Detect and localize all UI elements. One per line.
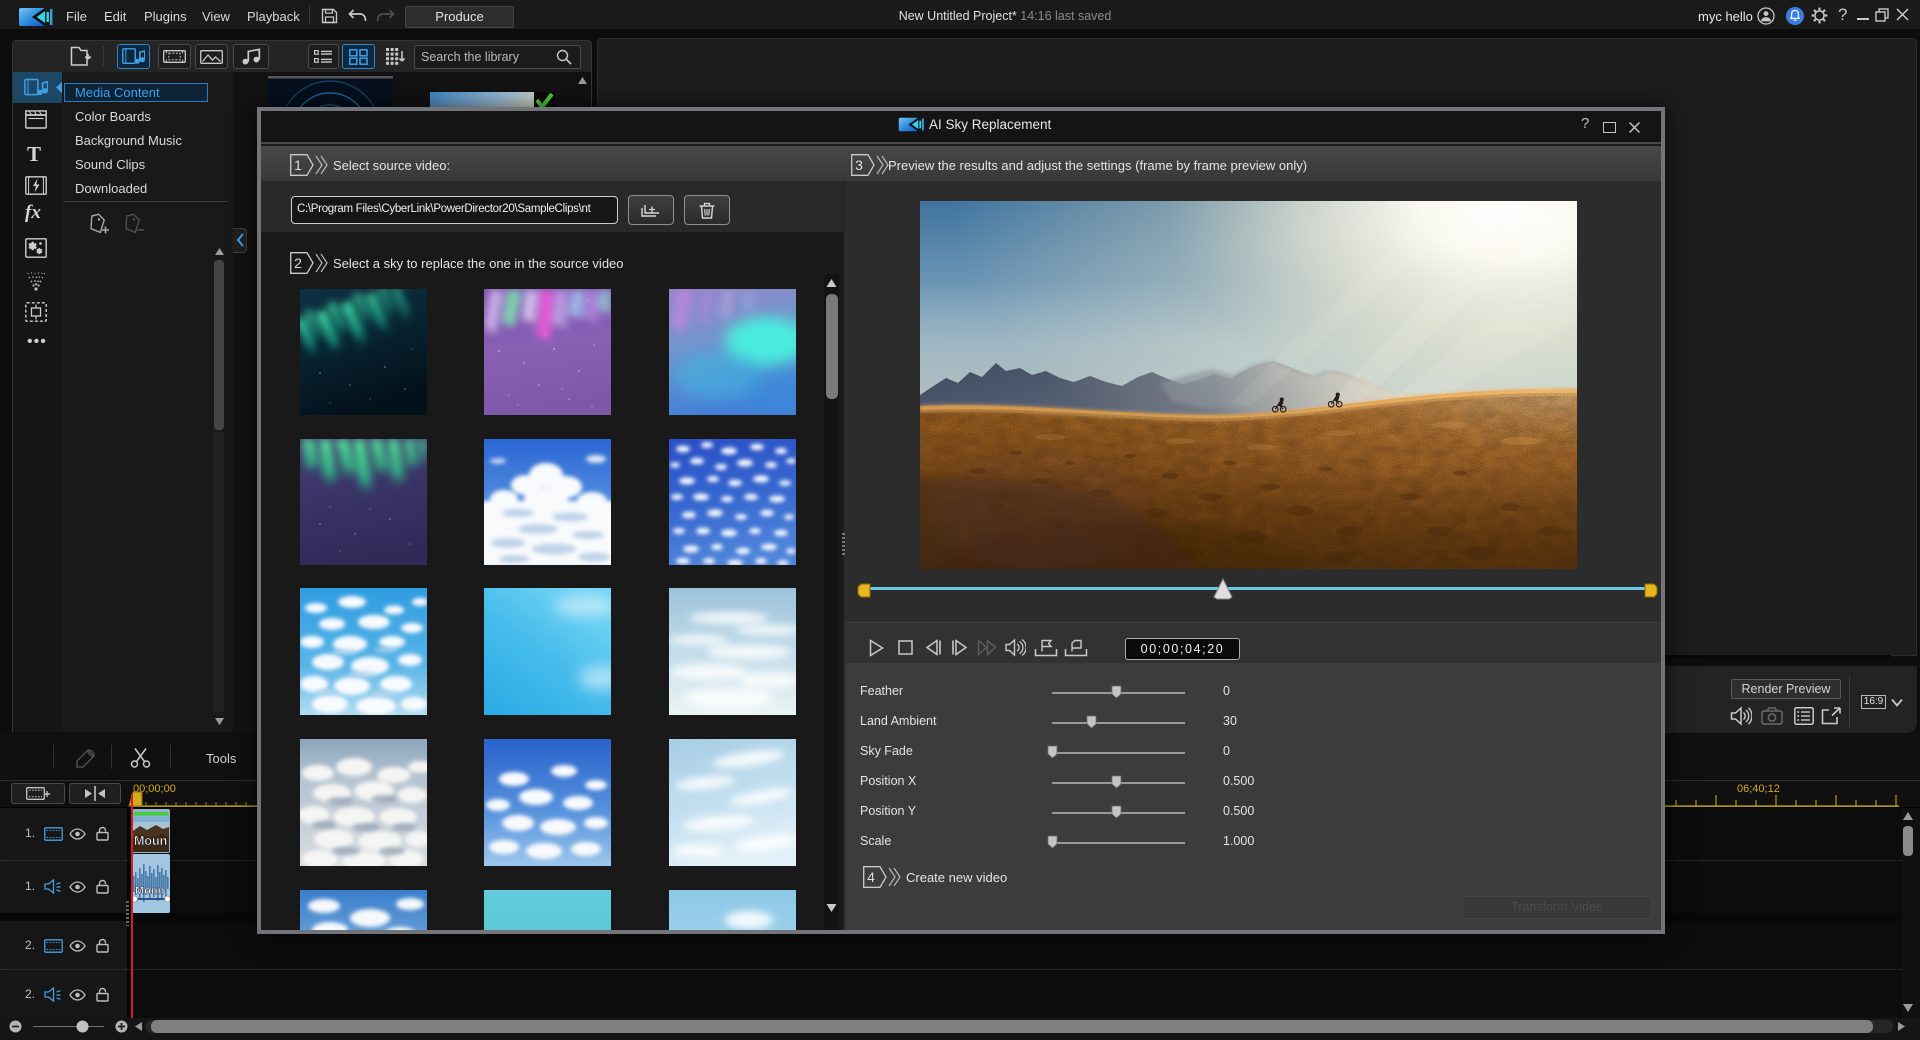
svg-text:Moun: Moun xyxy=(135,885,165,897)
svg-text:Moun: Moun xyxy=(134,834,167,848)
svg-text:4: 4 xyxy=(867,869,875,885)
svg-text:1: 1 xyxy=(294,157,302,173)
svg-text:3: 3 xyxy=(855,157,863,173)
svg-text:✽: ✽ xyxy=(36,247,43,256)
